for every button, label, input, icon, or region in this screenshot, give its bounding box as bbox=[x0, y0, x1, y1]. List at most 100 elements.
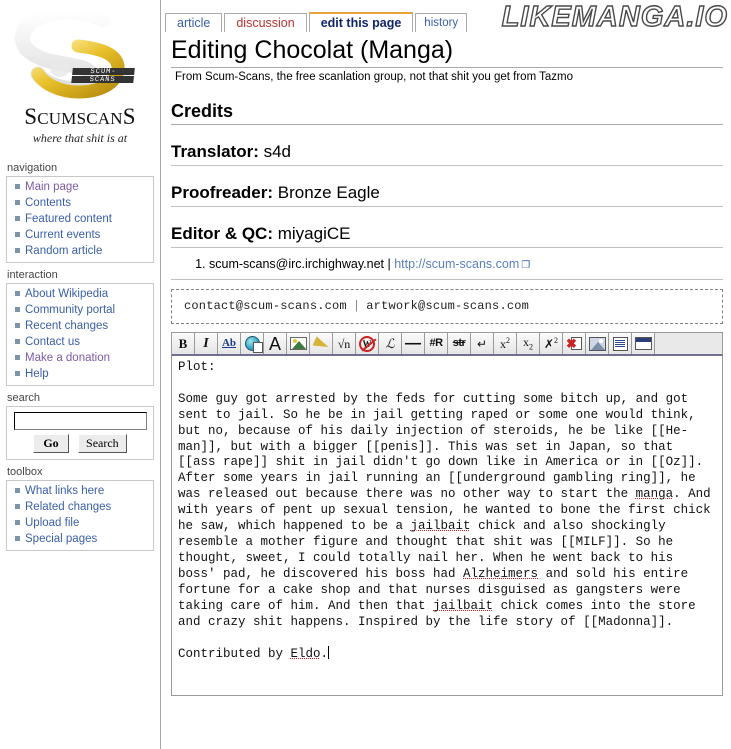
sidebar-item-recent-changes[interactable]: Recent changes bbox=[25, 320, 108, 332]
table-icon bbox=[634, 337, 652, 350]
list-item[interactable]: Upload file bbox=[7, 515, 153, 531]
italic-button[interactable]: I bbox=[195, 333, 218, 354]
list-item[interactable]: Make a donation bbox=[7, 350, 153, 366]
spellcheck-word: jailbait bbox=[410, 519, 471, 534]
list-item: scum-scans@irc.irchighway.net | http://s… bbox=[209, 256, 723, 274]
sidebar-item-about-wikipedia[interactable]: About Wikipedia bbox=[25, 288, 108, 300]
editor-body-text: Some guy got arrested by the feds for cu… bbox=[178, 392, 718, 629]
tab-discussion[interactable]: discussion bbox=[224, 13, 307, 32]
text-cursor bbox=[328, 646, 330, 660]
toolbox-list: What links here Related changes Upload f… bbox=[7, 483, 153, 547]
horizontal-line-button[interactable]: — bbox=[402, 333, 425, 354]
brand-tagline: where that shit is at bbox=[32, 131, 128, 145]
site-logo[interactable]: SCUM- SCANS SCUMSCANS where that shit is… bbox=[0, 0, 160, 160]
separator: | bbox=[352, 299, 361, 313]
external-link-button[interactable] bbox=[241, 333, 264, 354]
list-item[interactable]: About Wikipedia bbox=[7, 286, 153, 302]
bold-button[interactable]: B bbox=[172, 333, 195, 354]
hidden-comment-button[interactable]: ✖ bbox=[563, 333, 586, 354]
strikethrough-button[interactable]: str bbox=[448, 333, 471, 354]
list-item[interactable]: Special pages bbox=[7, 531, 153, 547]
photo-icon bbox=[588, 336, 606, 351]
sidebar-item-help[interactable]: Help bbox=[25, 368, 49, 380]
list-item[interactable]: Contact us bbox=[7, 334, 153, 350]
sidebar-item-main-page[interactable]: Main page bbox=[25, 181, 79, 193]
tab-edit-this-page[interactable]: edit this page bbox=[308, 12, 414, 32]
irc-address: scum-scans@irc.irchighway.net bbox=[209, 257, 385, 271]
sidebar-item-contents[interactable]: Contents bbox=[25, 197, 71, 209]
list-item[interactable]: Random article bbox=[7, 243, 153, 259]
credit-role: Editor & QC: bbox=[171, 224, 273, 243]
embedded-image-button[interactable] bbox=[287, 333, 310, 354]
portlet-toolbox-title: toolbox bbox=[7, 466, 43, 478]
list-item[interactable]: What links here bbox=[7, 483, 153, 499]
quote-lines-icon bbox=[612, 336, 628, 351]
no-wiki-icon: W bbox=[359, 335, 375, 352]
picture-icon bbox=[289, 337, 307, 350]
line-break-button[interactable]: ↵ bbox=[471, 333, 494, 354]
credit-name: Bronze Eagle bbox=[277, 183, 380, 202]
go-button[interactable]: Go bbox=[33, 434, 69, 453]
external-link-scum-scans[interactable]: http://scum-scans.com bbox=[394, 257, 519, 271]
portlet-navigation: navigation Main page Contents Featured c… bbox=[0, 160, 160, 263]
superscript-button[interactable]: x2 bbox=[494, 333, 517, 354]
globe-icon bbox=[244, 336, 263, 353]
separator: | bbox=[387, 257, 391, 271]
spellcheck-word: Alzheimers bbox=[463, 566, 539, 581]
contact-email-artwork: artwork@scum-scans.com bbox=[366, 299, 530, 313]
sidebar-item-featured-content[interactable]: Featured content bbox=[25, 213, 112, 225]
list-item[interactable]: Featured content bbox=[7, 211, 153, 227]
sidebar-item-special-pages[interactable]: Special pages bbox=[25, 533, 97, 545]
sidebar-item-current-events[interactable]: Current events bbox=[25, 229, 100, 241]
sidebar-item-upload-file[interactable]: Upload file bbox=[25, 517, 79, 529]
headline-button[interactable]: A bbox=[264, 333, 287, 354]
sidebar-item-related-changes[interactable]: Related changes bbox=[25, 501, 111, 513]
portlet-toolbox: toolbox What links here Related changes … bbox=[0, 464, 160, 551]
credits-heading: Credits bbox=[171, 101, 723, 125]
signature-button[interactable]: ℒ bbox=[379, 333, 402, 354]
brand-name: SCUMSCANS bbox=[24, 104, 136, 129]
navigation-list: Main page Contents Featured content Curr… bbox=[7, 179, 153, 259]
list-item[interactable]: Help bbox=[7, 366, 153, 382]
picture-gallery-button[interactable] bbox=[586, 333, 609, 354]
spellcheck-word: jailbait bbox=[433, 598, 494, 613]
credit-editor-qc: Editor & QC: miyagiCE bbox=[171, 224, 723, 248]
portlet-navigation-title: navigation bbox=[7, 162, 58, 174]
tab-article[interactable]: article bbox=[165, 13, 223, 32]
list-item[interactable]: Contents bbox=[7, 195, 153, 211]
redirect-button[interactable]: #R bbox=[425, 333, 448, 354]
sidebar-item-contact-us[interactable]: Contact us bbox=[25, 336, 80, 348]
trumpet-icon bbox=[312, 335, 330, 352]
contact-list: scum-scans@irc.irchighway.net | http://s… bbox=[171, 256, 723, 280]
editor-text-run: Some guy got arrested by the feds for cu… bbox=[178, 391, 711, 502]
editor-text-run: . bbox=[320, 647, 329, 662]
edit-toolbar: B I Ab A √n W ℒ — #R str ↵ x2 x2 ✗2 ✖ bbox=[171, 332, 723, 356]
sidebar-item-community-portal[interactable]: Community portal bbox=[25, 304, 115, 316]
credit-proofreader: Proofreader: Bronze Eagle bbox=[171, 183, 723, 207]
list-item[interactable]: Community portal bbox=[7, 302, 153, 318]
internal-link-button[interactable]: Ab bbox=[218, 333, 241, 354]
block-quote-button[interactable] bbox=[609, 333, 632, 354]
search-input[interactable] bbox=[13, 412, 147, 430]
list-item[interactable]: Related changes bbox=[7, 499, 153, 515]
external-link-icon: ❐ bbox=[521, 260, 531, 271]
list-item[interactable]: Current events bbox=[7, 227, 153, 243]
wiki-page: SCUM- SCANS SCUMSCANS where that shit is… bbox=[0, 0, 731, 749]
search-button[interactable]: Search bbox=[78, 434, 127, 453]
editor-signature-line: Contributed by Eldo. bbox=[178, 647, 328, 661]
list-item[interactable]: Recent changes bbox=[7, 318, 153, 334]
subscript-button[interactable]: x2 bbox=[517, 333, 540, 354]
small-text-button[interactable]: ✗2 bbox=[540, 333, 563, 354]
sidebar-item-make-a-donation[interactable]: Make a donation bbox=[25, 352, 110, 364]
table-button[interactable] bbox=[632, 333, 655, 354]
media-file-button[interactable] bbox=[310, 333, 333, 354]
portlet-interaction: interaction About Wikipedia Community po… bbox=[0, 267, 160, 386]
sidebar-item-random-article[interactable]: Random article bbox=[25, 245, 102, 257]
credit-name: s4d bbox=[263, 142, 292, 161]
math-formula-button[interactable]: √n bbox=[333, 333, 356, 354]
sidebar-item-what-links-here[interactable]: What links here bbox=[25, 485, 104, 497]
list-item[interactable]: Main page bbox=[7, 179, 153, 195]
tab-history[interactable]: history bbox=[415, 13, 468, 32]
wikitext-editor-textarea[interactable]: Plot: Some guy got arrested by the feds … bbox=[171, 356, 723, 696]
ignore-wiki-button[interactable]: W bbox=[356, 333, 379, 354]
